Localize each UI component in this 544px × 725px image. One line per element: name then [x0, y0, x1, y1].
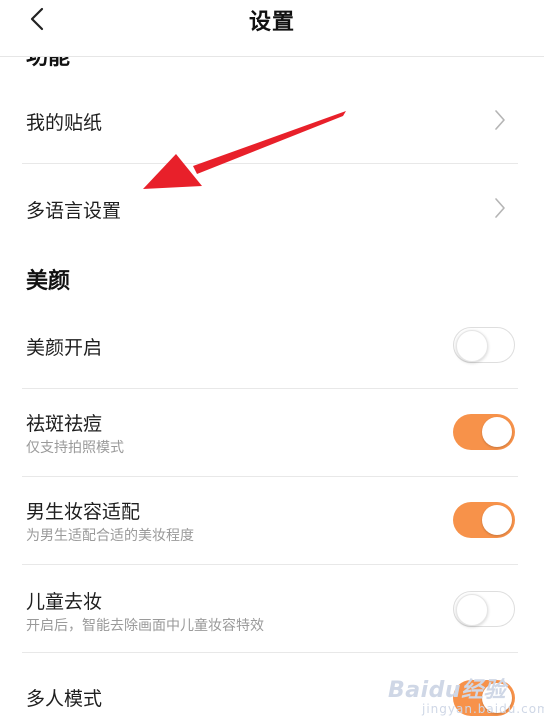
beauty-on-row: 美颜开启: [0, 300, 544, 388]
page-title: 设置: [248, 10, 295, 35]
toggle-knob: [456, 593, 488, 626]
toggle-knob: [456, 329, 488, 362]
male-makeup-label: 男生妆容适配: [26, 501, 141, 523]
blemish-removal-toggle[interactable]: [453, 414, 515, 450]
language-settings-label: 多语言设置: [26, 200, 122, 222]
blemish-removal-label: 祛斑祛痘: [26, 413, 103, 435]
beauty-on-toggle[interactable]: [453, 327, 515, 363]
beauty-on-label: 美颜开启: [26, 337, 103, 359]
toggle-knob: [482, 505, 512, 535]
multi-person-label: 多人模式: [26, 688, 103, 710]
child-makeup-removal-row: 儿童去妆 开启后，智能去除画面中儿童妆容特效: [0, 565, 544, 652]
child-makeup-removal-toggle[interactable]: [453, 591, 515, 627]
section-title-beauty: 美颜: [26, 269, 71, 294]
nav-bar: 设置: [0, 0, 544, 56]
watermark-logo: Baidu经验: [388, 678, 507, 703]
child-makeup-removal-label: 儿童去妆: [26, 591, 103, 613]
nav-divider: [0, 56, 544, 57]
language-settings-row[interactable]: 多语言设置: [0, 164, 544, 254]
chevron-right-icon: [495, 198, 505, 218]
blemish-removal-row: 祛斑祛痘 仅支持拍照模式: [0, 389, 544, 476]
my-stickers-row[interactable]: 我的贴纸: [0, 78, 544, 163]
baidu-watermark: Baidu经验 jingyan.baidu.com: [388, 668, 544, 725]
chevron-right-icon: [495, 110, 505, 130]
male-makeup-subtitle: 为男生适配合适的美妆程度: [26, 528, 194, 544]
my-stickers-label: 我的贴纸: [26, 112, 103, 134]
watermark-url: jingyan.baidu.com: [422, 702, 544, 716]
child-makeup-removal-subtitle: 开启后，智能去除画面中儿童妆容特效: [26, 618, 264, 634]
male-makeup-toggle[interactable]: [453, 502, 515, 538]
blemish-removal-subtitle: 仅支持拍照模式: [26, 440, 124, 456]
male-makeup-row: 男生妆容适配 为男生适配合适的美妆程度: [0, 477, 544, 564]
toggle-knob: [482, 417, 512, 447]
